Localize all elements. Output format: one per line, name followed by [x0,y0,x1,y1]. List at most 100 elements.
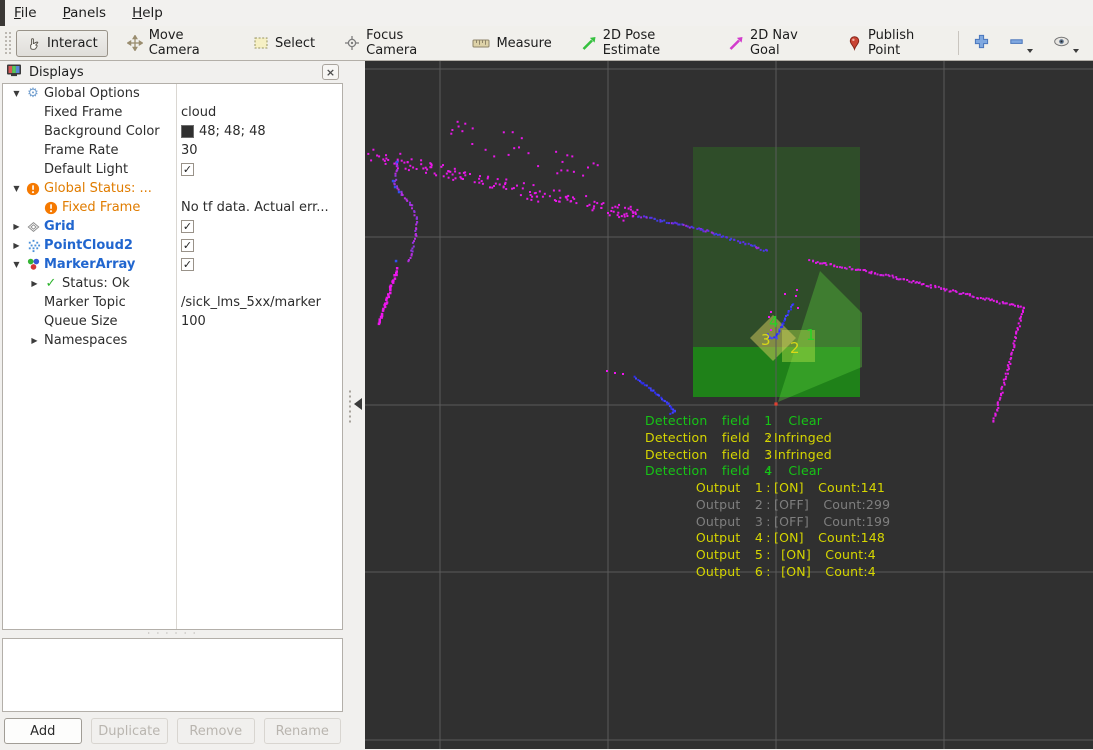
tree-row-global-options[interactable]: ▼ ⚙ Global Options [3,84,342,103]
move-camera-icon [126,35,143,51]
focus-camera-button[interactable]: Focus Camera [334,28,453,58]
panel-title: Displays [29,64,84,80]
publish-point-button[interactable]: Publish Point [837,28,947,58]
panel-splitter-handle[interactable]: · · · · · · [0,630,345,638]
overlay-value: Infringed [774,429,832,445]
overlay-separator: : [766,480,771,495]
tree-row-default-light[interactable]: Default Light ✓ [3,160,342,179]
tree-row-frame-rate[interactable]: Frame Rate 30 [3,141,342,160]
tree-label-marker-status: Status: Ok [62,276,130,291]
visibility-dropdown-caret[interactable] [1073,48,1079,53]
overlay-name: Output 6 [695,563,763,579]
checkbox-checked[interactable]: ✓ [181,220,194,233]
tree-label-global-status: Global Status: ... [44,181,152,196]
tree-label-default-light: Default Light [44,162,129,177]
tree-row-marker-status[interactable]: ▶ ✓ Status: Ok [3,274,342,293]
checkbox-checked[interactable]: ✓ [181,163,194,176]
toolbar-grip[interactable] [4,31,11,55]
splitter-grip[interactable] [348,389,353,423]
tree-label-namespaces: Namespaces [44,333,128,348]
tree-value-fixed-frame: cloud [176,105,342,120]
overlay-line-6: Output 2: [OFF] Count:299 [645,497,914,513]
tree-row-name: Marker Topic [3,295,176,310]
color-swatch[interactable] [181,125,194,138]
nav-goal-button[interactable]: 2D Nav Goal [718,28,828,58]
empty-list-box[interactable] [2,638,343,712]
displays-panel: Displays × ▼ ⚙ Global Options Fixed Frame cl… [0,61,345,749]
duplicate-button: Duplicate [90,718,168,744]
menu-file[interactable]: File [14,5,37,21]
tree-row-status-fixed-frame[interactable]: Fixed Frame No tf data. Actual err... [3,198,342,217]
detection-fields [693,147,862,402]
pointcloud-icon [24,238,42,253]
tree-row-marker-topic[interactable]: Marker Topic/sick_lms_5xx/marker [3,293,342,312]
gear-icon: ⚙ [27,86,39,101]
pose-estimate-button[interactable]: 2D Pose Estimate [571,28,709,58]
tree-row-markerarray[interactable]: ▼ MarkerArray ✓ [3,255,342,274]
overlay-line-9: Output 5: [ON] Count:4 [645,547,914,563]
tree-label-queue-size: Queue Size [44,314,118,329]
checkbox-checked[interactable]: ✓ [181,258,194,271]
tree-label-pointcloud2: PointCloud2 [44,238,133,253]
tree-label-fixed-frame: Fixed Frame [44,105,123,120]
expander-right-icon[interactable]: ▶ [27,336,42,345]
menu-panels[interactable]: Panels [63,5,106,21]
tree-row-queue-size[interactable]: Queue Size 100 [3,312,342,331]
overlay-line-2: Detection field 2: Infringed [645,430,914,446]
move-camera-label: Move Camera [148,28,200,58]
checkbox-checked[interactable]: ✓ [181,239,194,252]
menu-help[interactable]: Help [132,5,163,21]
nav-goal-label: 2D Nav Goal [749,28,798,58]
measure-label: Measure [496,35,552,51]
expander-down-icon[interactable]: ▼ [9,184,24,193]
overlay-name: Detection field 1 [645,413,773,428]
tree-row-name: Fixed Frame [3,105,176,120]
tree-row-name: ▶ PointCloud2 [3,238,176,253]
add-button[interactable]: Add [4,718,82,744]
select-label: Select [275,35,316,51]
zoom-out-dropdown-caret[interactable] [1027,48,1033,53]
check-icon: ✓ [45,276,57,291]
tree-value-marker-topic: /sick_lms_5xx/marker [176,295,342,310]
interact-button[interactable]: Interact [15,29,108,57]
expander-down-icon[interactable]: ▼ [9,89,24,98]
displays-panel-titlebar[interactable]: Displays × [0,61,345,83]
overlay-name: Output 2 [695,496,763,512]
collapse-panel-icon[interactable] [354,398,362,410]
overlay-name: Detection field 4 [645,463,773,479]
tree-row-pointcloud2[interactable]: ▶ PointCloud2 ✓ [3,236,342,255]
visibility-button[interactable] [1047,31,1085,56]
3d-scene: 43 21 [365,61,1093,749]
toolbar: Interact Move Camera Select Focus Camera Mea… [0,26,1093,61]
close-icon[interactable]: × [322,64,339,80]
displays-tree: ▼ ⚙ Global Options Fixed Frame cloud Backgrou… [2,83,343,630]
move-camera-button[interactable]: Move Camera [117,28,234,58]
svg-text:1: 1 [806,326,816,344]
measure-button[interactable]: Measure [462,30,561,57]
origin-marker [774,402,778,406]
expander-right-icon[interactable]: ▶ [9,222,24,231]
tree-row-background-color[interactable]: Background Color 48; 48; 48 [3,122,342,141]
tree-row-grid[interactable]: ▶ Grid ✓ [3,217,342,236]
3d-viewport[interactable]: 4321 Detection field 1: Clear Detection f… [365,61,1093,749]
overlay-value: Clear [774,463,823,479]
tree-value-frame-rate: 30 [176,143,342,158]
overlay-line-5: Output 1: [ON] Count:141 [645,480,914,496]
tree-row-global-status[interactable]: ▼ Global Status: ... [3,179,342,198]
overlay-value: Infringed [774,446,832,462]
tree-column-divider[interactable] [176,84,177,629]
expander-down-icon[interactable]: ▼ [9,260,24,269]
select-button[interactable]: Select [243,30,325,57]
tree-row-namespaces[interactable]: ▶ Namespaces [3,331,342,350]
tree-row-fixed-frame[interactable]: Fixed Frame cloud [3,103,342,122]
expander-right-icon[interactable]: ▶ [27,279,42,288]
overlay-value: Clear [774,413,823,428]
tree-value-background-color: 48; 48; 48 [176,124,342,139]
zoom-in-button[interactable] [968,31,995,56]
nav-arrow-icon [728,35,744,51]
expander-right-icon[interactable]: ▶ [9,241,24,250]
panel-viewport-splitter[interactable] [345,61,365,749]
zoom-out-button[interactable] [1003,31,1039,56]
overlay-value: [ON] Count:148 [774,530,886,546]
panel-button-row: Add Duplicate Remove Rename [4,718,341,744]
